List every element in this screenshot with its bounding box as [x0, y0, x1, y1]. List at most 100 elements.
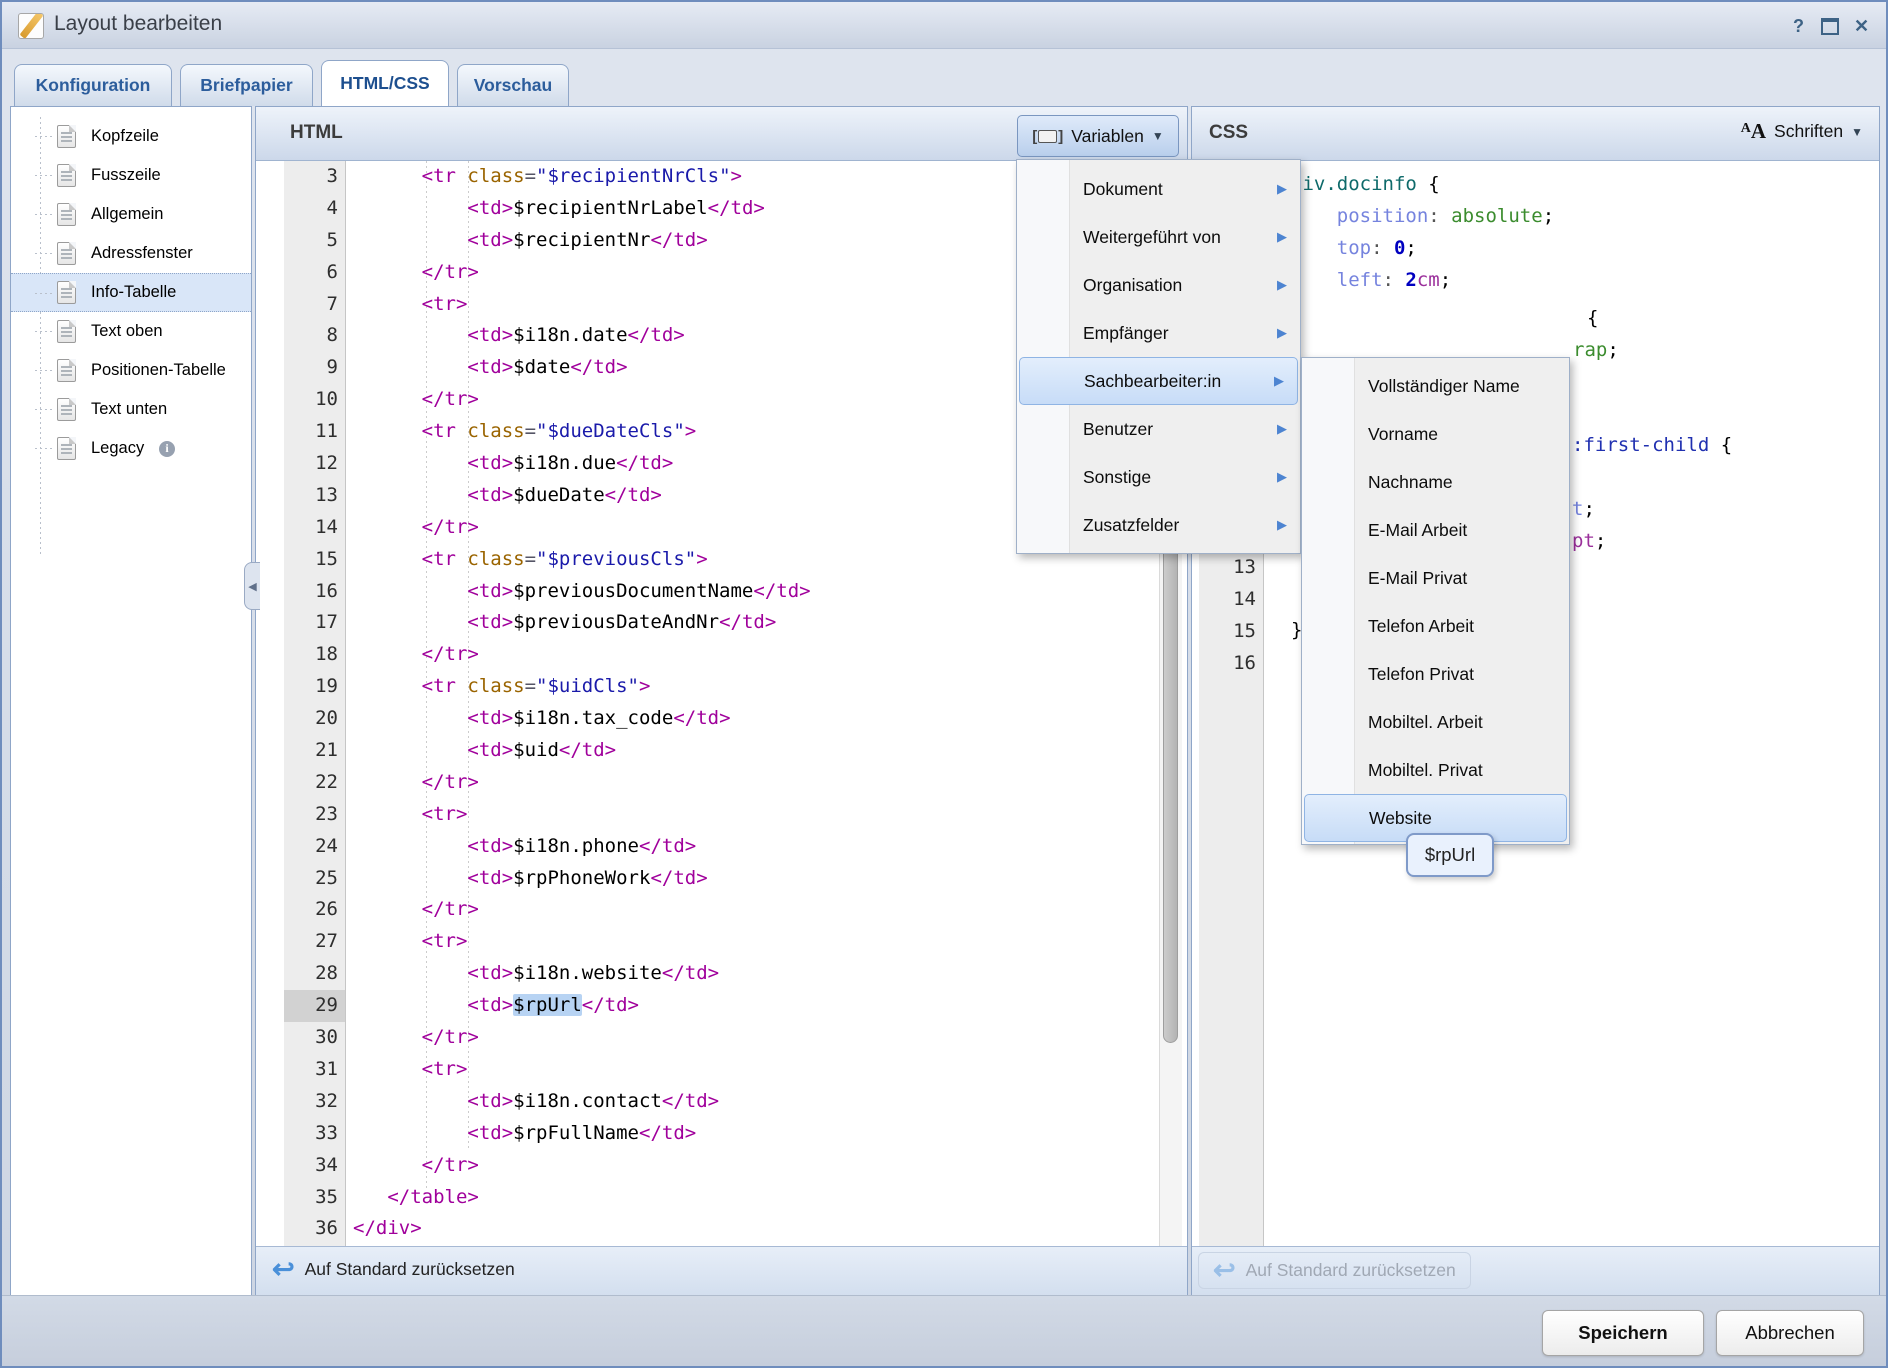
sidebar-item-label: Adressfenster — [91, 244, 193, 263]
menu-item-zusatzfelder[interactable]: Zusatzfelder▶ — [1017, 501, 1300, 549]
menu-item-label: Website — [1369, 808, 1432, 829]
variable-tooltip: $rpUrl — [1406, 833, 1494, 877]
tab-briefpapier[interactable]: Briefpapier — [180, 64, 313, 106]
html-panel-header: HTML [] Variablen ▼ — [256, 107, 1187, 161]
code-line: <td>$i18n.date</td> — [353, 320, 811, 352]
title-bar: Layout bearbeiten ? ✕ — [2, 2, 1886, 49]
css-reset-button-disabled[interactable]: ↩ Auf Standard zurücksetzen — [1198, 1252, 1471, 1289]
submenu-item-nachname[interactable]: Nachname — [1302, 458, 1569, 506]
sidebar-item-label: Legacy — [91, 439, 144, 458]
sidebar-item-text-oben[interactable]: Text oben — [11, 312, 251, 351]
cancel-button[interactable]: Abbrechen — [1716, 1310, 1864, 1356]
variables-button-label: Variablen — [1071, 126, 1144, 147]
sidebar-item-label: Kopfzeile — [91, 127, 159, 146]
code-line: <td>$i18n.contact</td> — [353, 1086, 811, 1118]
code-line: </table> — [353, 1182, 811, 1214]
line-number: 35 — [284, 1182, 345, 1214]
tab-html-css[interactable]: HTML/CSS — [321, 60, 449, 106]
line-number: 23 — [284, 799, 345, 831]
menu-item-sachbearbeiter-in[interactable]: Sachbearbeiter:in▶ — [1019, 357, 1298, 405]
line-number: 3 — [284, 161, 345, 193]
code-line: <td>$date</td> — [353, 352, 811, 384]
sidebar-item-fusszeile[interactable]: Fusszeile — [11, 156, 251, 195]
tree-tick — [35, 293, 53, 294]
sidebar-item-positionen-tabelle[interactable]: Positionen-Tabelle — [11, 351, 251, 390]
line-number: 11 — [284, 416, 345, 448]
fonts-icon: AA — [1741, 119, 1766, 144]
submenu-item-e-mail-privat[interactable]: E-Mail Privat — [1302, 554, 1569, 602]
submenu-item-mobiltel-arbeit[interactable]: Mobiltel. Arbeit — [1302, 698, 1569, 746]
menu-item-label: E-Mail Arbeit — [1368, 520, 1467, 541]
sidebar-item-allgemein[interactable]: Allgemein — [11, 195, 251, 234]
html-reset-button[interactable]: ↩ Auf Standard zurücksetzen — [272, 1256, 515, 1283]
line-number: 28 — [284, 958, 345, 990]
line-number: 8 — [284, 320, 345, 352]
submenu-item-vollst-ndiger-name[interactable]: Vollständiger Name — [1302, 362, 1569, 410]
menu-item-label: Vollständiger Name — [1368, 376, 1520, 397]
submenu-item-vorname[interactable]: Vorname — [1302, 410, 1569, 458]
submenu-arrow-icon: ▶ — [1277, 229, 1287, 245]
submenu-item-e-mail-arbeit[interactable]: E-Mail Arbeit — [1302, 506, 1569, 554]
submenu-item-telefon-arbeit[interactable]: Telefon Arbeit — [1302, 602, 1569, 650]
code-line: </tr> — [353, 767, 811, 799]
code-line: left: 2cm; — [1291, 265, 1554, 297]
sidebar-item-info-tabelle[interactable]: Info-Tabelle — [11, 273, 251, 312]
css-panel-title: CSS — [1209, 122, 1248, 144]
line-number: 17 — [284, 607, 345, 639]
code-line: </tr> — [353, 512, 811, 544]
variables-button[interactable]: [] Variablen ▼ — [1017, 115, 1179, 157]
sachbearbeiter-submenu: Vollständiger Name VornameNachname E-Mail … — [1301, 357, 1570, 845]
css-code-fragment: :first-child { — [1572, 430, 1732, 462]
code-line: <tr class="$previousCls"> — [353, 544, 811, 576]
submenu-item-telefon-privat[interactable]: Telefon Privat — [1302, 650, 1569, 698]
undo-icon: ↩ — [272, 1256, 295, 1283]
line-number: 31 — [284, 1054, 345, 1086]
sidebar-item-adressfenster[interactable]: Adressfenster — [11, 234, 251, 273]
menu-item-label: Telefon Arbeit — [1368, 616, 1474, 637]
tab-konfiguration[interactable]: Konfiguration — [14, 64, 172, 106]
sidebar-item-label: Text oben — [91, 322, 163, 341]
save-button[interactable]: Speichern — [1542, 1310, 1704, 1356]
code-line: <td>$i18n.due</td> — [353, 448, 811, 480]
sidebar-item-text-unten[interactable]: Text unten — [11, 390, 251, 429]
code-line: <tr> — [353, 799, 811, 831]
tree-tick — [35, 214, 53, 215]
menu-item-weitergef-hrt-von[interactable]: Weitergeführt von▶ — [1017, 213, 1300, 261]
code-line: <td>$uid</td> — [353, 735, 811, 767]
line-number: 36 — [284, 1213, 345, 1245]
sidebar-item-kopfzeile[interactable]: Kopfzeile — [11, 117, 251, 156]
document-icon — [57, 203, 76, 226]
menu-item-label: Mobiltel. Arbeit — [1368, 712, 1483, 733]
menu-item-label: Organisation — [1083, 275, 1182, 296]
code-line: <tr> — [353, 1054, 811, 1086]
menu-item-organisation[interactable]: Organisation▶ — [1017, 261, 1300, 309]
css-code-fragment: rap; — [1573, 335, 1619, 367]
menu-item-dokument[interactable]: Dokument▶ — [1017, 165, 1300, 213]
close-button[interactable]: ✕ — [1849, 14, 1874, 38]
maximize-button[interactable] — [1817, 14, 1842, 38]
tab-vorschau[interactable]: Vorschau — [457, 64, 569, 106]
help-button[interactable]: ? — [1786, 14, 1811, 38]
line-number: 5 — [284, 225, 345, 257]
line-number: 16 — [1192, 648, 1263, 680]
line-number: 6 — [284, 257, 345, 289]
document-icon — [57, 398, 76, 421]
document-icon — [57, 242, 76, 265]
line-number: 10 — [284, 384, 345, 416]
line-number: 7 — [284, 289, 345, 321]
document-icon — [57, 437, 76, 460]
sidebar-item-legacy[interactable]: Legacyi — [11, 429, 251, 468]
line-number: 12 — [284, 448, 345, 480]
line-number: 34 — [284, 1150, 345, 1182]
html-code: <tr class="$recipientNrCls"> <td>$recipi… — [353, 161, 811, 1245]
menu-item-empf-nger[interactable]: Empfänger▶ — [1017, 309, 1300, 357]
line-number: 19 — [284, 671, 345, 703]
menu-item-benutzer[interactable]: Benutzer▶ — [1017, 405, 1300, 453]
code-line: <td>$recipientNrLabel</td> — [353, 193, 811, 225]
submenu-arrow-icon: ▶ — [1277, 469, 1287, 485]
sidebar-collapse-handle[interactable]: ◀ — [244, 562, 260, 610]
menu-item-sonstige[interactable]: Sonstige▶ — [1017, 453, 1300, 501]
fonts-button[interactable]: AA Schriften ▼ — [1741, 119, 1863, 144]
submenu-item-mobiltel-privat[interactable]: Mobiltel. Privat — [1302, 746, 1569, 794]
code-line: </tr> — [353, 894, 811, 926]
